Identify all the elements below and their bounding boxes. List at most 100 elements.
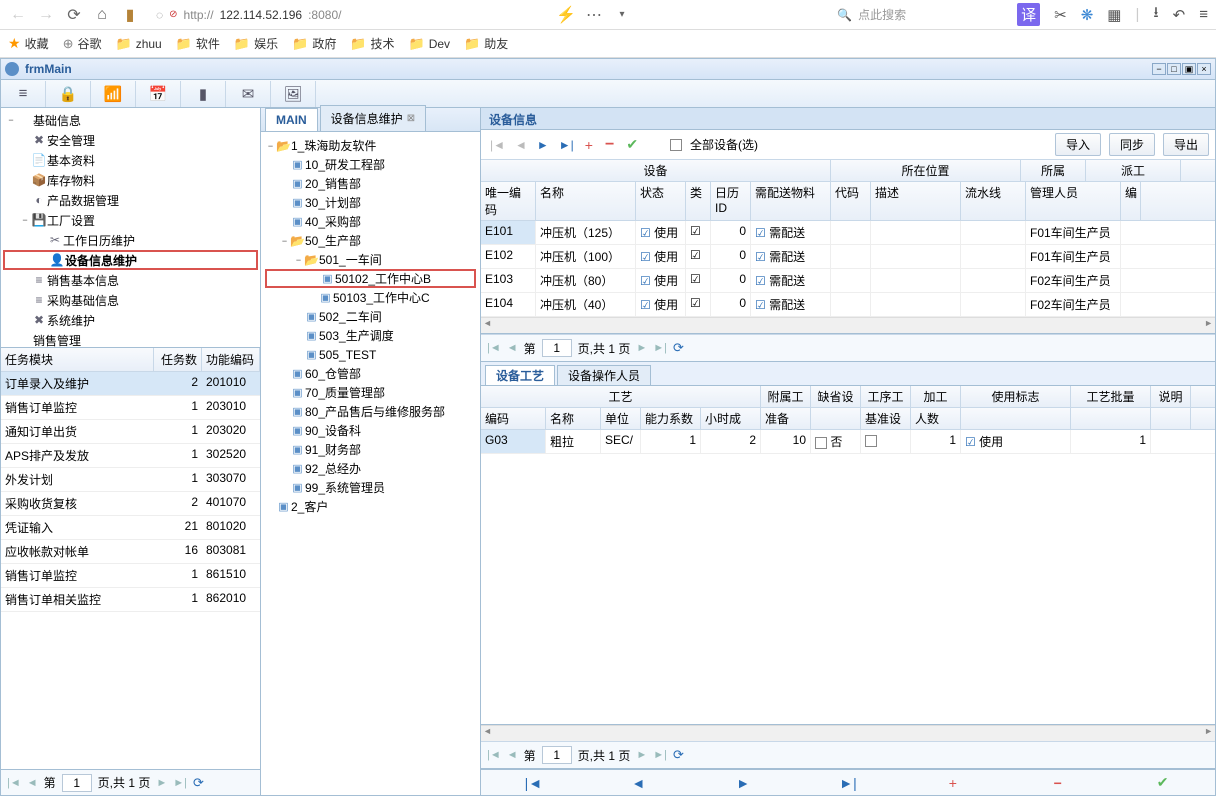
org-30_计划部[interactable]: ▣30_计划部 [265, 193, 476, 212]
nav-工作日历维护[interactable]: ✂工作日历维护 [3, 230, 258, 250]
proc-col-9[interactable] [961, 408, 1071, 429]
grid-icon[interactable]: ▦ [1107, 6, 1121, 24]
eq-pager-first[interactable]: |◄ [487, 342, 501, 354]
pr-pager-prev[interactable]: ◄ [507, 749, 518, 761]
sync-button[interactable]: 同步 [1109, 133, 1155, 156]
org-503_生产调度[interactable]: ▣503_生产调度 [265, 326, 476, 345]
translate-icon[interactable]: 译 [1017, 3, 1040, 26]
flash-icon[interactable]: ⚡ [556, 5, 576, 25]
remove-button[interactable]: − [601, 136, 618, 154]
proc-col-1[interactable]: 名称 [546, 408, 601, 429]
org-505_TEST[interactable]: ▣505_TEST [265, 345, 476, 364]
nav-安全管理[interactable]: ✖安全管理 [3, 130, 258, 150]
org-1_珠海助友软件[interactable]: −📂1_珠海助友软件 [265, 136, 476, 155]
bt-confirm[interactable]: ✔ [1110, 774, 1215, 791]
hamburger-button[interactable]: ≡ [1, 81, 46, 107]
nav-基本资料[interactable]: 📄基本资料 [3, 150, 258, 170]
pr-pager-refresh[interactable]: ⟳ [673, 747, 684, 763]
equip-row[interactable]: E103冲压机（80）☑ 使用☑0☑ 需配送F02车间生产员 [481, 269, 1215, 293]
org-50102_工作中心B[interactable]: ▣50102_工作中心B [265, 269, 476, 288]
tab-设备信息维护[interactable]: 设备信息维护⊠ [320, 105, 426, 131]
eq-col-6[interactable]: 代码 [831, 182, 871, 220]
image-button[interactable]: 🖼 [271, 81, 316, 107]
task-row[interactable]: 应收帐款对帐单16803081 [1, 540, 260, 564]
bt-remove[interactable]: − [1005, 775, 1110, 791]
close-button[interactable]: × [1197, 63, 1211, 75]
proc-col-5[interactable]: 准备 [761, 408, 811, 429]
back-button[interactable]: ← [8, 6, 28, 24]
proc-col-2[interactable]: 单位 [601, 408, 641, 429]
org-501_一车间[interactable]: −📂501_一车间 [265, 250, 476, 269]
org-90_设备科[interactable]: ▣90_设备科 [265, 421, 476, 440]
task-row[interactable]: 销售订单监控1861510 [1, 564, 260, 588]
maximize-button[interactable]: □ [1167, 63, 1181, 75]
bt-prev[interactable]: ◄ [586, 775, 691, 791]
eq-col-8[interactable]: 流水线 [961, 182, 1026, 220]
org-91_财务部[interactable]: ▣91_财务部 [265, 440, 476, 459]
url-bar[interactable]: ◌ ⊘ http://122.114.52.196:8080/ [148, 6, 548, 24]
eq-col-1[interactable]: 名称 [536, 182, 636, 220]
scissors-icon[interactable]: ✂ [1054, 6, 1067, 24]
proc-col-4[interactable]: 小时成 [701, 408, 761, 429]
equip-row[interactable]: E101冲压机（125）☑ 使用☑0☑ 需配送F01车间生产员 [481, 221, 1215, 245]
pager-first[interactable]: |◄ [7, 777, 21, 789]
menu-icon[interactable]: ≡ [1199, 6, 1208, 23]
eq-pager-next[interactable]: ► [636, 342, 647, 354]
nav-prev[interactable]: ◄ [512, 138, 530, 152]
pr-pager-input[interactable] [542, 746, 572, 764]
org-80_产品售后与维修服务部[interactable]: ▣80_产品售后与维修服务部 [265, 402, 476, 421]
task-row[interactable]: 通知订单出货1203020 [1, 420, 260, 444]
bookmark-Dev[interactable]: 📁Dev [409, 36, 451, 52]
org-20_销售部[interactable]: ▣20_销售部 [265, 174, 476, 193]
eq-col-5[interactable]: 需配送物料 [751, 182, 831, 220]
subtab-设备操作人员[interactable]: 设备操作人员 [557, 365, 651, 385]
proc-col-7[interactable]: 基准设 [861, 408, 911, 429]
bookmark-娱乐[interactable]: 📁娱乐 [234, 35, 278, 52]
org-502_二车间[interactable]: ▣502_二车间 [265, 307, 476, 326]
proc-col-11[interactable] [1151, 408, 1191, 429]
pager-input[interactable] [62, 774, 92, 792]
nav-last[interactable]: ►| [556, 138, 577, 152]
rss-button[interactable]: 📶 [91, 81, 136, 107]
fullscreen-button[interactable]: ▣ [1182, 63, 1196, 75]
bookmark-谷歌[interactable]: ⊕谷歌 [63, 35, 102, 52]
search-box[interactable]: 🔍 点此搜索 [829, 4, 1009, 25]
eq-pager-prev[interactable]: ◄ [507, 342, 518, 354]
org-10_研发工程部[interactable]: ▣10_研发工程部 [265, 155, 476, 174]
import-button[interactable]: 导入 [1055, 133, 1101, 156]
org-2_客户[interactable]: ▣2_客户 [265, 497, 476, 516]
org-70_质量管理部[interactable]: ▣70_质量管理部 [265, 383, 476, 402]
task-row[interactable]: 外发计划1303070 [1, 468, 260, 492]
proc-col-6[interactable] [811, 408, 861, 429]
task-row[interactable]: APS排产及发放1302520 [1, 444, 260, 468]
pager-last[interactable]: ►| [173, 777, 187, 789]
task-row[interactable]: 采购收货复核2401070 [1, 492, 260, 516]
nav-first[interactable]: |◄ [487, 138, 508, 152]
bt-last[interactable]: ►| [796, 775, 901, 791]
undo-icon[interactable]: ↶ [1173, 6, 1186, 24]
dropdown-icon[interactable]: ▾ [612, 9, 632, 20]
eq-col-3[interactable]: 类 [686, 182, 711, 220]
download-icon[interactable]: ⭳ [1153, 2, 1158, 27]
eq-col-9[interactable]: 管理人员 [1026, 182, 1121, 220]
pr-pager-next[interactable]: ► [636, 749, 647, 761]
proc-col-0[interactable]: 编码 [481, 408, 546, 429]
all-equip-checkbox[interactable] [670, 139, 682, 151]
eq-pager-refresh[interactable]: ⟳ [673, 340, 684, 356]
eq-pager-input[interactable] [542, 339, 572, 357]
eq-pager-last[interactable]: ►| [653, 342, 667, 354]
nav-设备信息维护[interactable]: 👤设备信息维护 [3, 250, 258, 270]
proc-row[interactable]: G03粗拉SEC/1210 否1☑ 使用1 [481, 430, 1215, 454]
minimize-button[interactable]: − [1152, 63, 1166, 75]
mail-button[interactable]: ✉ [226, 81, 271, 107]
briefcase-button[interactable]: ▮ [120, 5, 140, 25]
proc-col-3[interactable]: 能力系数 [641, 408, 701, 429]
pager-prev[interactable]: ◄ [27, 777, 38, 789]
nav-产品数据管理[interactable]: ◐产品数据管理 [3, 190, 258, 210]
nav-基础信息[interactable]: −基础信息 [3, 110, 258, 130]
pager-refresh[interactable]: ⟳ [193, 775, 204, 791]
org-50103_工作中心C[interactable]: ▣50103_工作中心C [265, 288, 476, 307]
confirm-button[interactable]: ✔ [622, 136, 642, 153]
org-50_生产部[interactable]: −📂50_生产部 [265, 231, 476, 250]
bookmark-软件[interactable]: 📁软件 [176, 35, 220, 52]
